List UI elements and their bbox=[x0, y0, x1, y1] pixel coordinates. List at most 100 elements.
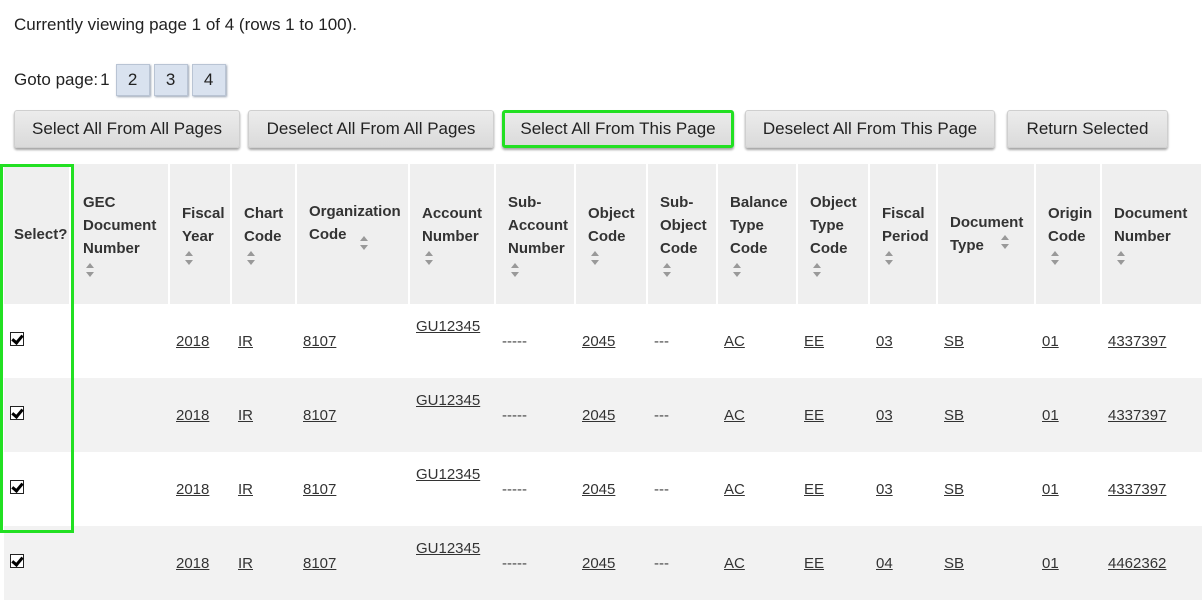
col-select: Select? bbox=[4, 164, 71, 304]
balance-type-code-link[interactable]: AC bbox=[724, 555, 745, 572]
organization-code-link[interactable]: 8107 bbox=[303, 481, 336, 498]
row-select bbox=[4, 378, 70, 452]
sort-icon[interactable] bbox=[1000, 234, 1010, 250]
fiscal-year-link[interactable]: 2018 bbox=[176, 481, 209, 498]
header-row: Select? GEC Document Number Fiscal Year … bbox=[4, 164, 1202, 304]
document-number-link[interactable]: 4462362 bbox=[1108, 555, 1166, 572]
current-page: 1 bbox=[100, 70, 110, 89]
col-document-type[interactable]: Document Type bbox=[937, 164, 1036, 304]
sort-icon[interactable] bbox=[884, 250, 894, 266]
object-code-link[interactable]: 2045 bbox=[582, 481, 615, 498]
object-code-link[interactable]: 2045 bbox=[582, 333, 615, 350]
fiscal-period-link[interactable]: 04 bbox=[876, 555, 893, 572]
page-4-button[interactable]: 4 bbox=[191, 64, 226, 96]
select-all-from-all-pages-button[interactable]: Select All From All Pages bbox=[14, 110, 240, 148]
balance-type-code-link[interactable]: AC bbox=[724, 333, 745, 350]
goto-label: Goto page: bbox=[14, 70, 99, 89]
document-type-link[interactable]: SB bbox=[944, 555, 964, 572]
deselect-all-from-all-pages-button[interactable]: Deselect All From All Pages bbox=[248, 110, 494, 148]
gec-document-number-cell bbox=[70, 526, 169, 600]
row-checkbox[interactable] bbox=[10, 480, 24, 494]
object-code-link[interactable]: 2045 bbox=[582, 555, 615, 572]
gec-document-number-cell bbox=[70, 452, 169, 526]
table-row: 2018 IR 8107 GU12345 ----- 2045 --- AC E… bbox=[4, 526, 1202, 600]
row-checkbox[interactable] bbox=[10, 332, 24, 346]
row-checkbox[interactable] bbox=[10, 554, 24, 568]
results-table: Select? GEC Document Number Fiscal Year … bbox=[4, 164, 1202, 600]
col-chart-code[interactable]: Chart Code bbox=[231, 164, 297, 304]
col-sub-object-code[interactable]: Sub- Object Code bbox=[647, 164, 718, 304]
chart-code-link[interactable]: IR bbox=[238, 481, 253, 498]
account-number-link[interactable]: GU12345 bbox=[416, 540, 480, 557]
sub-object-code: --- bbox=[654, 406, 669, 424]
balance-type-code-link[interactable]: AC bbox=[724, 481, 745, 498]
sort-icon[interactable] bbox=[662, 262, 672, 278]
sort-icon[interactable] bbox=[359, 235, 369, 251]
col-balance-type-code[interactable]: Balance Type Code bbox=[717, 164, 798, 304]
sort-icon[interactable] bbox=[590, 250, 600, 266]
fiscal-year-link[interactable]: 2018 bbox=[176, 407, 209, 424]
row-checkbox[interactable] bbox=[10, 406, 24, 420]
select-all-from-this-page-button[interactable]: Select All From This Page bbox=[502, 110, 734, 148]
page-2-button[interactable]: 2 bbox=[115, 64, 150, 96]
col-object-type-code[interactable]: Object Type Code bbox=[797, 164, 870, 304]
deselect-all-from-this-page-button[interactable]: Deselect All From This Page bbox=[745, 110, 995, 148]
account-number-link[interactable]: GU12345 bbox=[416, 466, 480, 483]
page-3-button[interactable]: 3 bbox=[153, 64, 188, 96]
document-number-link[interactable]: 4337397 bbox=[1108, 407, 1166, 424]
object-type-code-link[interactable]: EE bbox=[804, 407, 824, 424]
document-type-link[interactable]: SB bbox=[944, 407, 964, 424]
col-organization-code[interactable]: Organization Code bbox=[296, 164, 410, 304]
sort-icon[interactable] bbox=[424, 250, 434, 266]
sub-account-number: ----- bbox=[502, 480, 527, 498]
origin-code-link[interactable]: 01 bbox=[1042, 333, 1059, 350]
table-row: 2018 IR 8107 GU12345 ----- 2045 --- AC E… bbox=[4, 304, 1202, 378]
organization-code-link[interactable]: 8107 bbox=[303, 333, 336, 350]
col-gec-document-number[interactable]: GEC Document Number bbox=[70, 164, 170, 304]
sort-icon[interactable] bbox=[732, 262, 742, 278]
chart-code-link[interactable]: IR bbox=[238, 407, 253, 424]
goto-page: Goto page: 1 2 3 4 bbox=[14, 62, 226, 98]
object-code-link[interactable]: 2045 bbox=[582, 407, 615, 424]
col-sub-account-number[interactable]: Sub- Account Number bbox=[495, 164, 576, 304]
origin-code-link[interactable]: 01 bbox=[1042, 481, 1059, 498]
document-number-link[interactable]: 4337397 bbox=[1108, 333, 1166, 350]
account-number-link[interactable]: GU12345 bbox=[416, 392, 480, 409]
fiscal-period-link[interactable]: 03 bbox=[876, 333, 893, 350]
sort-icon[interactable] bbox=[1116, 250, 1126, 266]
chart-code-link[interactable]: IR bbox=[238, 555, 253, 572]
organization-code-link[interactable]: 8107 bbox=[303, 407, 336, 424]
chart-code-link[interactable]: IR bbox=[238, 333, 253, 350]
origin-code-link[interactable]: 01 bbox=[1042, 555, 1059, 572]
object-type-code-link[interactable]: EE bbox=[804, 481, 824, 498]
col-object-code[interactable]: Object Code bbox=[575, 164, 648, 304]
balance-type-code-link[interactable]: AC bbox=[724, 407, 745, 424]
col-fiscal-year[interactable]: Fiscal Year bbox=[169, 164, 232, 304]
sort-icon[interactable] bbox=[1050, 250, 1060, 266]
col-fiscal-period[interactable]: Fiscal Period bbox=[869, 164, 938, 304]
fiscal-year-link[interactable]: 2018 bbox=[176, 333, 209, 350]
document-number-link[interactable]: 4337397 bbox=[1108, 481, 1166, 498]
fiscal-period-link[interactable]: 03 bbox=[876, 481, 893, 498]
col-origin-code[interactable]: Origin Code bbox=[1035, 164, 1102, 304]
sub-account-number: ----- bbox=[502, 406, 527, 424]
col-account-number[interactable]: Account Number bbox=[409, 164, 496, 304]
sort-icon[interactable] bbox=[246, 250, 256, 266]
organization-code-link[interactable]: 8107 bbox=[303, 555, 336, 572]
col-document-number[interactable]: Document Number bbox=[1101, 164, 1202, 304]
object-type-code-link[interactable]: EE bbox=[804, 555, 824, 572]
document-type-link[interactable]: SB bbox=[944, 481, 964, 498]
object-type-code-link[interactable]: EE bbox=[804, 333, 824, 350]
return-selected-button[interactable]: Return Selected bbox=[1007, 110, 1168, 148]
sort-icon[interactable] bbox=[85, 262, 95, 278]
fiscal-year-link[interactable]: 2018 bbox=[176, 555, 209, 572]
sort-icon[interactable] bbox=[510, 262, 520, 278]
account-number-link[interactable]: GU12345 bbox=[416, 318, 480, 335]
sort-icon[interactable] bbox=[812, 262, 822, 278]
table-row: 2018 IR 8107 GU12345 ----- 2045 --- AC E… bbox=[4, 452, 1202, 526]
sub-account-number: ----- bbox=[502, 554, 527, 572]
document-type-link[interactable]: SB bbox=[944, 333, 964, 350]
origin-code-link[interactable]: 01 bbox=[1042, 407, 1059, 424]
fiscal-period-link[interactable]: 03 bbox=[876, 407, 893, 424]
sort-icon[interactable] bbox=[184, 250, 194, 266]
